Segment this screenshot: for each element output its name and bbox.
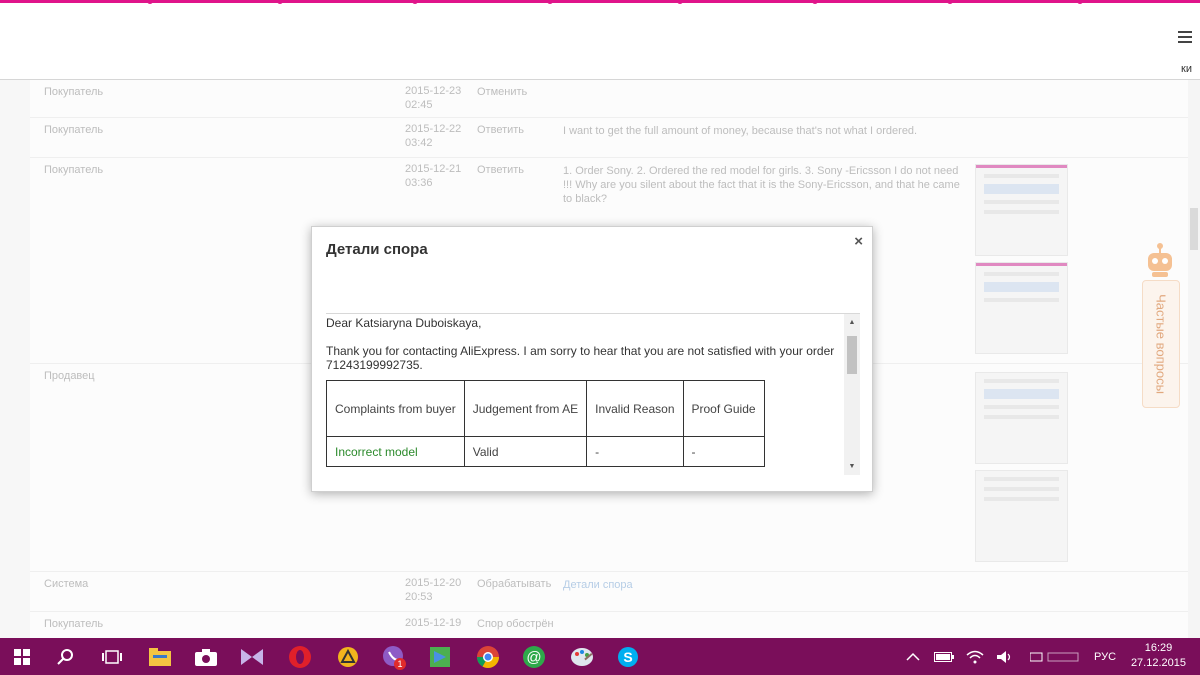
table-cell: Incorrect model xyxy=(326,436,465,467)
windows-start-icon[interactable] xyxy=(8,643,36,671)
chrome-icon[interactable] xyxy=(474,643,502,671)
scroll-thumb[interactable] xyxy=(847,336,857,374)
decorative-top-stripe xyxy=(147,0,1083,4)
message-paragraph: Thank you for contacting AliExpress. I a… xyxy=(326,344,835,372)
search-icon[interactable] xyxy=(52,643,80,671)
camera-icon[interactable] xyxy=(192,643,220,671)
dispute-details-modal: Детали спора × Dear Katsiaryna Duboiskay… xyxy=(311,226,873,492)
system-clock[interactable]: 16:29 27.12.2015 xyxy=(1131,641,1186,671)
svg-text:S: S xyxy=(623,649,632,665)
wifi-icon[interactable] xyxy=(966,638,984,675)
battery-icon[interactable] xyxy=(934,638,954,675)
modal-title: Детали спора xyxy=(326,241,428,258)
visual-studio-icon[interactable] xyxy=(238,643,266,671)
table-header: Proof Guide xyxy=(682,380,765,437)
menu-icon[interactable] xyxy=(1178,31,1192,45)
table-header: Invalid Reason xyxy=(586,380,684,437)
input-indicator-icon[interactable] xyxy=(1030,638,1080,675)
scroll-up-icon[interactable]: ▲ xyxy=(844,316,860,330)
at-sign-app-icon[interactable]: @ xyxy=(520,643,548,671)
store-app-icon[interactable] xyxy=(426,643,454,671)
clock-time: 16:29 xyxy=(1144,642,1173,654)
scroll-down-icon[interactable]: ▼ xyxy=(844,460,860,474)
modal-body[interactable]: Dear Katsiaryna Duboiskaya, Thank you fo… xyxy=(326,313,860,475)
show-hidden-icons[interactable] xyxy=(906,638,920,675)
complaints-table: Complaints from buyer Judgement from AE … xyxy=(326,380,765,467)
file-explorer-icon[interactable] xyxy=(146,643,174,671)
clock-date: 27.12.2015 xyxy=(1130,657,1186,669)
viber-icon[interactable]: 1 xyxy=(380,643,408,671)
browser-top-bar: ки xyxy=(0,0,1200,80)
table-header: Complaints from buyer xyxy=(326,380,465,437)
greeting: Dear Katsiaryna Duboiskaya, xyxy=(326,316,482,330)
table-cell: Valid xyxy=(463,436,588,467)
opera-icon[interactable] xyxy=(286,643,314,671)
close-icon[interactable]: × xyxy=(854,233,863,250)
table-header: Judgement from AE xyxy=(463,380,588,437)
svg-text:@: @ xyxy=(526,649,541,666)
viber-badge: 1 xyxy=(397,659,402,669)
taskbar: 1 @ S РУС 16:29 27.12.2015 xyxy=(0,638,1200,675)
modal-scrollbar[interactable]: ▲ ▼ xyxy=(844,314,860,475)
language-indicator[interactable]: РУС xyxy=(1094,638,1116,675)
menu-text-fragment: ки xyxy=(1181,63,1192,75)
paint-palette-icon[interactable] xyxy=(568,643,596,671)
skype-icon[interactable]: S xyxy=(614,643,642,671)
table-cell: - xyxy=(586,436,684,467)
triangle-app-icon[interactable] xyxy=(334,643,362,671)
volume-icon[interactable] xyxy=(996,638,1014,675)
table-cell: - xyxy=(682,436,765,467)
task-view-icon[interactable] xyxy=(98,643,126,671)
